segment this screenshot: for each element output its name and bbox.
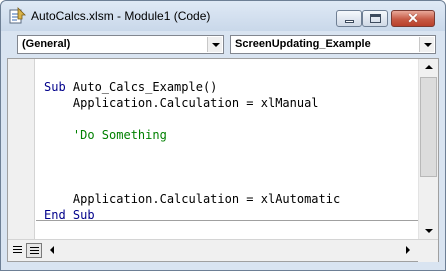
horizontal-scrollbar[interactable] xyxy=(44,242,416,260)
code-editor: Sub Auto_Calcs_Example() Application.Cal… xyxy=(7,58,439,262)
vertical-scrollbar[interactable] xyxy=(418,59,438,239)
procedure-dropdown-value: ScreenUpdating_Example xyxy=(235,38,371,50)
code-comment: 'Do Something xyxy=(44,128,167,142)
keyword: Sub xyxy=(44,80,66,94)
minimize-button[interactable] xyxy=(336,10,362,27)
full-module-view-icon xyxy=(30,247,39,255)
chevron-down-icon[interactable] xyxy=(419,37,434,52)
code-text: Application.Calculation = xlManual xyxy=(44,96,319,110)
window-title: AutoCalcs.xlsm - Module1 (Code) xyxy=(31,9,211,23)
bottom-bar xyxy=(8,239,438,262)
code-line[interactable]: Application.Calculation = xlManual xyxy=(44,95,319,111)
combo-strip: (General) ScreenUpdating_Example xyxy=(7,33,439,56)
margin-indicator-bar[interactable] xyxy=(8,59,35,239)
title-bar[interactable]: AutoCalcs.xlsm - Module1 (Code) ✕ xyxy=(1,1,445,31)
size-grip[interactable] xyxy=(418,240,438,262)
code-text: Application.Calculation = xlAutomatic xyxy=(44,192,341,206)
maximize-button[interactable] xyxy=(362,10,388,27)
arrow-up-icon xyxy=(425,65,433,69)
chevron-down-icon[interactable] xyxy=(207,37,222,52)
vertical-scroll-thumb[interactable] xyxy=(420,77,437,177)
scroll-right-button[interactable] xyxy=(399,242,416,259)
maximize-icon xyxy=(370,14,381,23)
scroll-up-button[interactable] xyxy=(419,59,438,76)
code-text: Auto_Calcs_Example() xyxy=(65,80,218,94)
scroll-down-button[interactable] xyxy=(419,222,438,239)
code-line[interactable]: Application.Calculation = xlAutomatic xyxy=(44,191,340,207)
close-button[interactable]: ✕ xyxy=(391,10,435,27)
procedure-dropdown[interactable]: ScreenUpdating_Example xyxy=(230,35,436,54)
code-line[interactable]: 'Do Something xyxy=(44,127,167,143)
vba-code-window: AutoCalcs.xlsm - Module1 (Code) ✕ (Gener… xyxy=(0,0,446,271)
arrow-right-icon xyxy=(406,246,410,254)
code-line[interactable]: End Sub xyxy=(44,207,95,223)
vba-module-icon xyxy=(9,7,26,24)
object-dropdown[interactable]: (General) xyxy=(17,35,224,54)
minimize-icon xyxy=(345,20,354,23)
procedure-view-button[interactable] xyxy=(10,243,26,258)
object-dropdown-value: (General) xyxy=(22,38,71,50)
code-text-area[interactable]: Sub Auto_Calcs_Example() Application.Cal… xyxy=(36,59,418,239)
keyword: End Sub xyxy=(44,208,95,222)
full-module-view-button[interactable] xyxy=(26,243,42,258)
arrow-down-icon xyxy=(425,229,433,233)
scroll-left-button[interactable] xyxy=(44,242,61,259)
close-icon: ✕ xyxy=(407,10,419,26)
code-line[interactable]: Sub Auto_Calcs_Example() xyxy=(44,79,217,95)
arrow-left-icon xyxy=(50,246,54,254)
procedure-view-icon xyxy=(13,246,22,254)
